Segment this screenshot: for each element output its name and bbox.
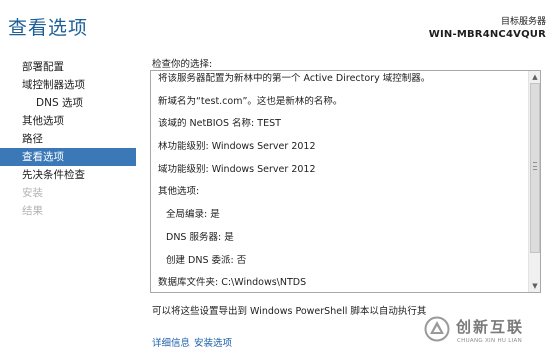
target-server-info: 目标服务器 WIN-MBR4NC4VQUR xyxy=(429,14,546,40)
more-info-link[interactable]: 详细信息 xyxy=(152,338,190,349)
export-note: 可以将这些设置导出到 Windows PowerShell 脚本以自动执行其 xyxy=(152,306,427,317)
nav-item-prerequisites-check[interactable]: 先决条件检查 xyxy=(0,166,136,184)
install-options-link[interactable]: 安装选项 xyxy=(194,338,232,349)
nav-item-dc-options[interactable]: 域控制器选项 xyxy=(0,76,136,94)
vertical-scrollbar[interactable]: ▲ ▼ xyxy=(528,71,540,292)
target-server-label: 目标服务器 xyxy=(500,17,546,27)
scroll-up-icon[interactable]: ▲ xyxy=(529,71,540,83)
footer-links: 详细信息 安装选项 xyxy=(152,335,232,349)
watermark-sub: CHUANG XIN HU LIAN xyxy=(457,338,523,344)
review-line: 全局编录: 是 xyxy=(166,209,220,221)
scroll-thumb[interactable] xyxy=(530,83,540,253)
review-line: 创建 DNS 委派: 否 xyxy=(166,254,247,266)
watermark-brand: 创新互联 xyxy=(456,318,525,336)
nav-item-paths[interactable]: 路径 xyxy=(0,130,136,148)
review-line: 将该服务器配置为新林中的第一个 Active Directory 域控制器。 xyxy=(158,73,431,84)
review-text-box[interactable]: 将该服务器配置为新林中的第一个 Active Directory 域控制器。 新… xyxy=(150,70,541,293)
watermark: 创新互联 CHUANG XIN HU LIAN xyxy=(424,312,550,352)
review-line: 林功能级别: Windows Server 2012 xyxy=(158,141,316,153)
nav-item-deployment-config[interactable]: 部署配置 xyxy=(0,58,136,76)
nav-item-results: 结果 xyxy=(22,205,43,217)
nav-item-additional-options[interactable]: 其他选项 xyxy=(0,112,136,130)
review-line: 域功能级别: Windows Server 2012 xyxy=(158,163,316,175)
target-server-name: WIN-MBR4NC4VQUR xyxy=(428,29,546,40)
review-line: 其他选项: xyxy=(158,186,200,198)
review-line: DNS 服务器: 是 xyxy=(166,231,234,243)
review-text-content[interactable]: 将该服务器配置为新林中的第一个 Active Directory 域控制器。 新… xyxy=(151,71,528,292)
thumb-grip-icon xyxy=(533,162,537,170)
nav-item-installation: 安装 xyxy=(22,187,43,199)
scroll-down-icon[interactable]: ▼ xyxy=(529,280,540,292)
review-line: 新域名为“test.com”。这也是新林的名称。 xyxy=(158,95,343,107)
watermark-logo-icon xyxy=(424,316,450,342)
nav-item-review-options[interactable]: 查看选项 xyxy=(0,148,136,166)
review-line: 数据库文件夹: C:\Windows\NTDS xyxy=(158,277,307,289)
wizard-steps-nav: 部署配置 域控制器选项 DNS 选项 其他选项 路径 查看选项 先决条件检查 安… xyxy=(0,58,136,220)
review-line: 该域的 NetBIOS 名称: TEST xyxy=(158,118,281,130)
page-title: 查看选项 xyxy=(8,17,89,39)
nav-item-dns-options[interactable]: DNS 选项 xyxy=(0,94,136,112)
